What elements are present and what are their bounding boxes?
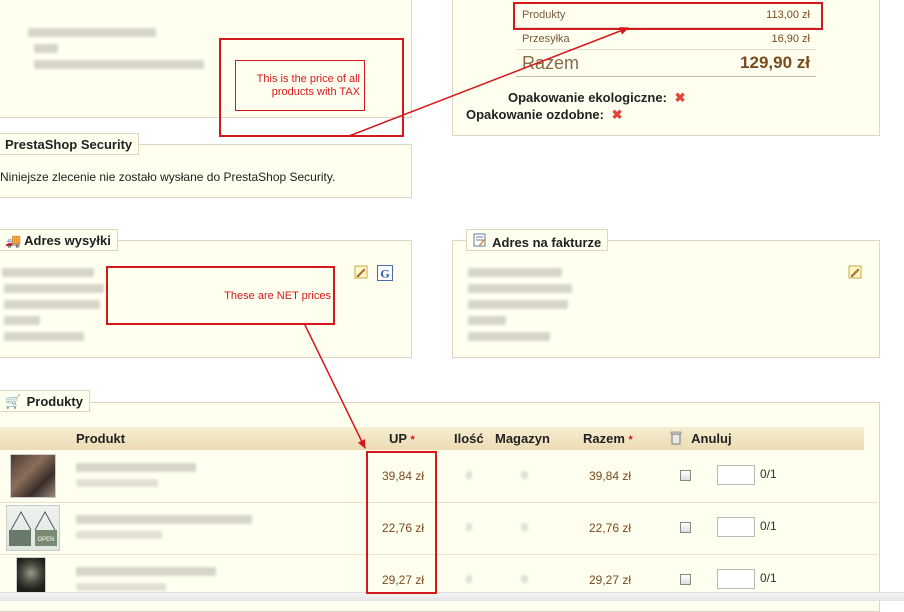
arrow-to-unit-prices	[303, 322, 366, 449]
annotation-arrows	[303, 27, 629, 449]
arrow-to-products-total	[348, 27, 629, 137]
